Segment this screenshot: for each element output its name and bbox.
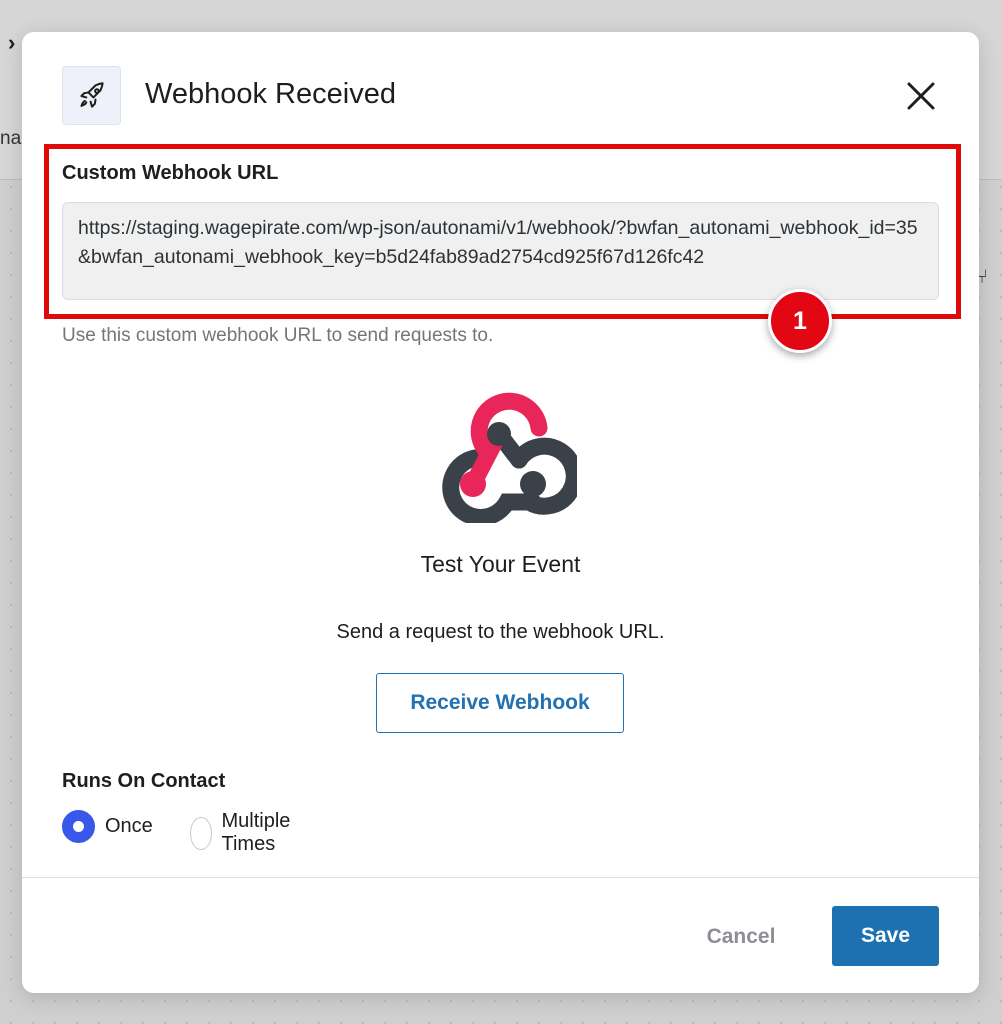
radio-option-once[interactable]: Once <box>62 810 153 843</box>
webhook-received-modal: Webhook Received Custom Webhook URL http… <box>22 32 979 993</box>
step-badge: 1 <box>768 289 832 353</box>
chevron-right-icon[interactable]: › <box>8 30 15 56</box>
modal-title: Webhook Received <box>145 78 396 110</box>
webhook-url-label: Custom Webhook URL <box>62 162 279 184</box>
runs-on-contact-label: Runs On Contact <box>62 770 226 792</box>
webhook-url-help-text: Use this custom webhook URL to send requ… <box>62 325 494 346</box>
close-icon[interactable] <box>901 76 941 116</box>
rocket-icon <box>62 66 121 125</box>
radio-option-multiple-times[interactable]: Multiple Times <box>190 810 302 856</box>
radio-once[interactable] <box>62 810 95 843</box>
cancel-button[interactable]: Cancel <box>688 907 794 967</box>
radio-label-multiple-times: Multiple Times <box>221 810 291 855</box>
save-button[interactable]: Save <box>832 906 939 966</box>
test-event-title: Test Your Event <box>420 551 581 577</box>
radio-multiple-times[interactable] <box>190 816 212 850</box>
footer-divider <box>22 877 979 878</box>
test-event-description: Send a request to the webhook URL. <box>336 621 665 643</box>
webhook-icon <box>442 392 577 523</box>
receive-webhook-button[interactable]: Receive Webhook <box>376 673 624 733</box>
webhook-url-field[interactable]: https://staging.wagepirate.com/wp-json/a… <box>62 202 939 300</box>
radio-label-once: Once <box>105 815 153 837</box>
